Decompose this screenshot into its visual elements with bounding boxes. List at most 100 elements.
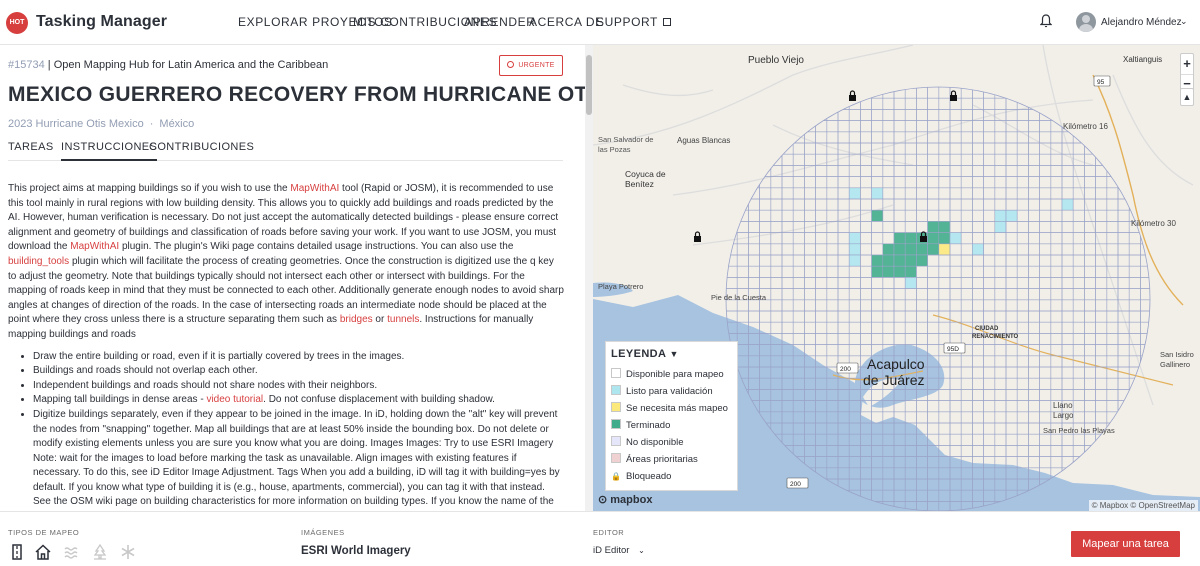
task-cell xyxy=(860,187,872,200)
task-cell xyxy=(1117,288,1130,301)
task-cell xyxy=(860,165,872,177)
instructions-link[interactable]: tunnels xyxy=(387,314,419,325)
task-cell xyxy=(1050,165,1063,177)
campaign-tag[interactable]: 2023 Hurricane Otis Mexico xyxy=(8,118,144,130)
task-cell xyxy=(1005,277,1018,289)
task-cell xyxy=(770,243,783,256)
task-cell xyxy=(960,377,973,390)
task-cell xyxy=(1072,344,1085,357)
task-map[interactable]: Pueblo Viejo Xaltianguis San Salvador de la… xyxy=(593,45,1200,511)
task-cell xyxy=(949,288,962,301)
mapbox-logo[interactable]: ⊙ mapbox xyxy=(598,493,652,506)
task-cell xyxy=(960,209,973,222)
task-cell xyxy=(882,333,895,345)
task-cell xyxy=(860,176,872,189)
chevron-down-icon[interactable]: ⌄ xyxy=(1180,16,1188,27)
task-cell xyxy=(837,344,850,357)
instructions-list: Draw the entire building or road, even i… xyxy=(8,350,564,511)
task-cell xyxy=(1005,299,1018,312)
task-cell xyxy=(927,411,940,424)
tab-tasks[interactable]: TAREAS xyxy=(8,141,54,159)
legend-item: Listo para validación xyxy=(611,383,732,400)
country-tag[interactable]: México xyxy=(159,118,194,130)
task-cell xyxy=(949,232,962,245)
task-cell xyxy=(1095,344,1108,357)
task-cell xyxy=(972,265,984,278)
task-cell xyxy=(826,131,839,144)
bell-icon[interactable] xyxy=(1040,14,1052,28)
task-cell xyxy=(893,165,906,177)
task-cell xyxy=(759,209,772,222)
task-cell xyxy=(837,321,850,334)
task-cell xyxy=(770,321,783,334)
task-cell xyxy=(1117,221,1130,233)
task-cell xyxy=(1095,288,1108,301)
task-cell xyxy=(916,243,928,256)
tab-instructions[interactable]: INSTRUCCIONES xyxy=(61,141,158,161)
map-attribution[interactable]: © Mapbox © OpenStreetMap xyxy=(1088,500,1198,511)
task-cell xyxy=(1140,344,1150,357)
avatar[interactable] xyxy=(1076,12,1096,32)
task-cell xyxy=(927,400,940,413)
task-cell xyxy=(1039,198,1052,211)
task-cell xyxy=(983,209,996,222)
task-cell xyxy=(938,165,951,177)
hot-logo[interactable]: HOT xyxy=(6,12,28,34)
task-cell xyxy=(916,288,928,301)
zoom-in-button[interactable]: + xyxy=(1181,54,1193,74)
task-cell xyxy=(1072,209,1085,222)
nav-learn[interactable]: APRENDER xyxy=(464,15,535,29)
task-cell xyxy=(1106,299,1119,312)
scrollbar-thumb[interactable] xyxy=(586,55,592,115)
project-id[interactable]: #15734 xyxy=(8,59,45,71)
instructions-link[interactable]: bridges xyxy=(340,314,373,325)
imagery-value[interactable]: ESRI World Imagery xyxy=(301,545,411,557)
legend-item: Disponible para mapeo xyxy=(611,366,732,383)
map-a-task-button[interactable]: Mapear una tarea xyxy=(1071,531,1180,557)
task-cell xyxy=(1028,209,1040,222)
tab-contributions[interactable]: CONTRIBUCIONES xyxy=(149,141,254,159)
task-cell xyxy=(1128,265,1141,278)
nav-support[interactable]: SUPPORT xyxy=(596,15,671,29)
task-cell xyxy=(1050,299,1063,312)
task-cell xyxy=(1016,400,1029,413)
editor-select[interactable]: iD Editor ⌄ xyxy=(593,545,645,556)
task-cell xyxy=(949,209,962,222)
app-title[interactable]: Tasking Manager xyxy=(36,13,167,31)
instructions-link[interactable]: video tutorial xyxy=(206,394,263,405)
task-cell xyxy=(860,109,872,121)
nav-about[interactable]: ACERCA DE xyxy=(529,15,604,29)
task-cell xyxy=(759,277,772,289)
task-cell xyxy=(916,254,928,267)
task-cell xyxy=(792,232,805,245)
task-cell xyxy=(938,153,951,166)
place-label: CIUDAD xyxy=(975,326,999,332)
username[interactable]: Alejandro Méndez xyxy=(1101,17,1182,28)
instructions-link[interactable]: MapWithAI xyxy=(70,241,119,252)
task-cell xyxy=(938,87,951,99)
external-link-icon xyxy=(663,17,671,26)
task-cell xyxy=(748,254,760,267)
task-cell xyxy=(983,243,996,256)
task-cell xyxy=(1106,355,1119,368)
place-label: Gallinero xyxy=(1160,360,1190,369)
instructions-link[interactable]: building_tools xyxy=(8,256,69,267)
task-cell xyxy=(1050,344,1063,357)
task-cell xyxy=(1005,243,1018,256)
legend-title[interactable]: LEYENDA ▼ xyxy=(611,348,732,360)
instructions-link[interactable]: MapWithAI xyxy=(290,183,339,194)
task-cell xyxy=(904,198,917,211)
task-cell xyxy=(1016,433,1029,446)
project-org[interactable]: Open Mapping Hub for Latin America and t… xyxy=(54,59,329,71)
task-cell xyxy=(1084,254,1096,267)
task-cell xyxy=(938,254,951,267)
compass-button[interactable]: ▲ xyxy=(1180,88,1194,106)
task-cell xyxy=(1117,232,1130,245)
waterway-icon xyxy=(64,547,78,559)
place-label: Benítez xyxy=(625,179,654,189)
task-cell xyxy=(1005,344,1018,357)
road-line xyxy=(972,104,1094,166)
task-cell xyxy=(860,344,872,357)
task-cell xyxy=(792,243,805,256)
task-cell xyxy=(1117,344,1130,357)
